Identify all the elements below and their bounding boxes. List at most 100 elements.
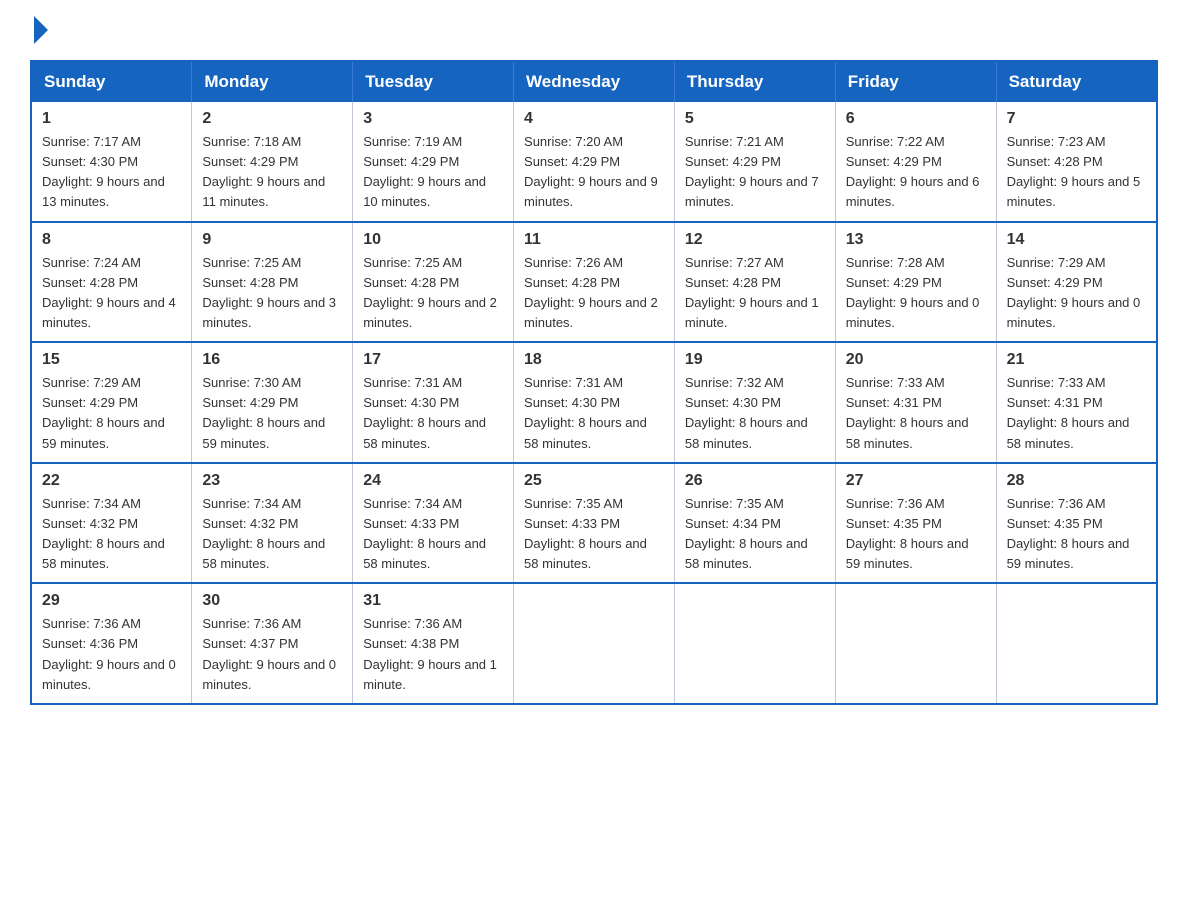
- day-number: 24: [363, 472, 503, 490]
- table-row: 23 Sunrise: 7:34 AMSunset: 4:32 PMDayligh…: [192, 463, 353, 584]
- day-number: 5: [685, 110, 825, 128]
- table-row: 21 Sunrise: 7:33 AMSunset: 4:31 PMDayligh…: [996, 342, 1157, 463]
- weekday-header-row: Sunday Monday Tuesday Wednesday Thursday…: [31, 61, 1157, 102]
- day-info: Sunrise: 7:33 AMSunset: 4:31 PMDaylight:…: [846, 373, 986, 454]
- day-info: Sunrise: 7:23 AMSunset: 4:28 PMDaylight:…: [1007, 132, 1146, 213]
- day-info: Sunrise: 7:33 AMSunset: 4:31 PMDaylight:…: [1007, 373, 1146, 454]
- day-info: Sunrise: 7:28 AMSunset: 4:29 PMDaylight:…: [846, 253, 986, 334]
- header-wednesday: Wednesday: [514, 61, 675, 102]
- table-row: 8 Sunrise: 7:24 AMSunset: 4:28 PMDaylight…: [31, 222, 192, 343]
- table-row: 13 Sunrise: 7:28 AMSunset: 4:29 PMDayligh…: [835, 222, 996, 343]
- day-number: 28: [1007, 472, 1146, 490]
- day-number: 12: [685, 231, 825, 249]
- table-row: [514, 583, 675, 704]
- day-number: 23: [202, 472, 342, 490]
- table-row: 30 Sunrise: 7:36 AMSunset: 4:37 PMDayligh…: [192, 583, 353, 704]
- day-number: 14: [1007, 231, 1146, 249]
- day-number: 17: [363, 351, 503, 369]
- table-row: 12 Sunrise: 7:27 AMSunset: 4:28 PMDayligh…: [674, 222, 835, 343]
- day-info: Sunrise: 7:19 AMSunset: 4:29 PMDaylight:…: [363, 132, 503, 213]
- day-info: Sunrise: 7:34 AMSunset: 4:33 PMDaylight:…: [363, 494, 503, 575]
- day-info: Sunrise: 7:21 AMSunset: 4:29 PMDaylight:…: [685, 132, 825, 213]
- day-number: 6: [846, 110, 986, 128]
- table-row: [674, 583, 835, 704]
- day-number: 3: [363, 110, 503, 128]
- table-row: 17 Sunrise: 7:31 AMSunset: 4:30 PMDayligh…: [353, 342, 514, 463]
- table-row: 14 Sunrise: 7:29 AMSunset: 4:29 PMDayligh…: [996, 222, 1157, 343]
- table-row: 1 Sunrise: 7:17 AMSunset: 4:30 PMDaylight…: [31, 102, 192, 222]
- table-row: 7 Sunrise: 7:23 AMSunset: 4:28 PMDaylight…: [996, 102, 1157, 222]
- day-info: Sunrise: 7:20 AMSunset: 4:29 PMDaylight:…: [524, 132, 664, 213]
- header-saturday: Saturday: [996, 61, 1157, 102]
- table-row: 2Sunrise: 7:18 AMSunset: 4:29 PMDaylight…: [192, 102, 353, 222]
- calendar-week-row: 15 Sunrise: 7:29 AMSunset: 4:29 PMDayligh…: [31, 342, 1157, 463]
- day-info: Sunrise: 7:31 AMSunset: 4:30 PMDaylight:…: [363, 373, 503, 454]
- table-row: 22 Sunrise: 7:34 AMSunset: 4:32 PMDayligh…: [31, 463, 192, 584]
- day-number: 22: [42, 472, 181, 490]
- day-number: 11: [524, 231, 664, 249]
- day-number: 7: [1007, 110, 1146, 128]
- day-number: 19: [685, 351, 825, 369]
- logo-arrow-icon: [34, 16, 48, 44]
- calendar-week-row: 29Sunrise: 7:36 AMSunset: 4:36 PMDayligh…: [31, 583, 1157, 704]
- table-row: 19 Sunrise: 7:32 AMSunset: 4:30 PMDayligh…: [674, 342, 835, 463]
- table-row: 20 Sunrise: 7:33 AMSunset: 4:31 PMDayligh…: [835, 342, 996, 463]
- day-info: Sunrise: 7:36 AMSunset: 4:35 PMDaylight:…: [1007, 494, 1146, 575]
- header-friday: Friday: [835, 61, 996, 102]
- day-info: Sunrise: 7:29 AMSunset: 4:29 PMDaylight:…: [1007, 253, 1146, 334]
- day-info: Sunrise: 7:36 AMSunset: 4:38 PMDaylight:…: [363, 614, 503, 695]
- table-row: 3 Sunrise: 7:19 AMSunset: 4:29 PMDaylight…: [353, 102, 514, 222]
- day-number: 9: [202, 231, 342, 249]
- day-info: Sunrise: 7:36 AMSunset: 4:36 PMDaylight:…: [42, 614, 181, 695]
- day-number: 25: [524, 472, 664, 490]
- day-info: Sunrise: 7:34 AMSunset: 4:32 PMDaylight:…: [42, 494, 181, 575]
- page-header: [30, 20, 1158, 44]
- header-sunday: Sunday: [31, 61, 192, 102]
- day-info: Sunrise: 7:31 AMSunset: 4:30 PMDaylight:…: [524, 373, 664, 454]
- day-info: Sunrise: 7:32 AMSunset: 4:30 PMDaylight:…: [685, 373, 825, 454]
- day-info: Sunrise: 7:24 AMSunset: 4:28 PMDaylight:…: [42, 253, 181, 334]
- day-number: 10: [363, 231, 503, 249]
- calendar-week-row: 1 Sunrise: 7:17 AMSunset: 4:30 PMDaylight…: [31, 102, 1157, 222]
- table-row: 5 Sunrise: 7:21 AMSunset: 4:29 PMDaylight…: [674, 102, 835, 222]
- table-row: 11Sunrise: 7:26 AMSunset: 4:28 PMDayligh…: [514, 222, 675, 343]
- table-row: 18Sunrise: 7:31 AMSunset: 4:30 PMDayligh…: [514, 342, 675, 463]
- day-number: 2: [202, 110, 342, 128]
- table-row: 29Sunrise: 7:36 AMSunset: 4:36 PMDayligh…: [31, 583, 192, 704]
- header-tuesday: Tuesday: [353, 61, 514, 102]
- day-info: Sunrise: 7:34 AMSunset: 4:32 PMDaylight:…: [202, 494, 342, 575]
- day-info: Sunrise: 7:25 AMSunset: 4:28 PMDaylight:…: [363, 253, 503, 334]
- day-number: 13: [846, 231, 986, 249]
- header-monday: Monday: [192, 61, 353, 102]
- day-info: Sunrise: 7:29 AMSunset: 4:29 PMDaylight:…: [42, 373, 181, 454]
- logo: [30, 20, 52, 44]
- day-info: Sunrise: 7:17 AMSunset: 4:30 PMDaylight:…: [42, 132, 181, 213]
- day-info: Sunrise: 7:36 AMSunset: 4:37 PMDaylight:…: [202, 614, 342, 695]
- table-row: 26 Sunrise: 7:35 AMSunset: 4:34 PMDayligh…: [674, 463, 835, 584]
- table-row: 16Sunrise: 7:30 AMSunset: 4:29 PMDayligh…: [192, 342, 353, 463]
- day-info: Sunrise: 7:27 AMSunset: 4:28 PMDaylight:…: [685, 253, 825, 334]
- day-info: Sunrise: 7:25 AMSunset: 4:28 PMDaylight:…: [202, 253, 342, 334]
- header-thursday: Thursday: [674, 61, 835, 102]
- day-number: 31: [363, 592, 503, 610]
- day-number: 8: [42, 231, 181, 249]
- table-row: 15 Sunrise: 7:29 AMSunset: 4:29 PMDayligh…: [31, 342, 192, 463]
- table-row: 25 Sunrise: 7:35 AMSunset: 4:33 PMDayligh…: [514, 463, 675, 584]
- day-number: 21: [1007, 351, 1146, 369]
- day-number: 27: [846, 472, 986, 490]
- day-number: 30: [202, 592, 342, 610]
- day-number: 20: [846, 351, 986, 369]
- day-number: 15: [42, 351, 181, 369]
- calendar-week-row: 8 Sunrise: 7:24 AMSunset: 4:28 PMDaylight…: [31, 222, 1157, 343]
- table-row: [835, 583, 996, 704]
- table-row: 28 Sunrise: 7:36 AMSunset: 4:35 PMDayligh…: [996, 463, 1157, 584]
- day-number: 26: [685, 472, 825, 490]
- table-row: [996, 583, 1157, 704]
- day-info: Sunrise: 7:30 AMSunset: 4:29 PMDaylight:…: [202, 373, 342, 454]
- table-row: 10 Sunrise: 7:25 AMSunset: 4:28 PMDayligh…: [353, 222, 514, 343]
- day-info: Sunrise: 7:35 AMSunset: 4:34 PMDaylight:…: [685, 494, 825, 575]
- day-info: Sunrise: 7:35 AMSunset: 4:33 PMDaylight:…: [524, 494, 664, 575]
- calendar-table: Sunday Monday Tuesday Wednesday Thursday…: [30, 60, 1158, 705]
- table-row: 24 Sunrise: 7:34 AMSunset: 4:33 PMDayligh…: [353, 463, 514, 584]
- day-number: 1: [42, 110, 181, 128]
